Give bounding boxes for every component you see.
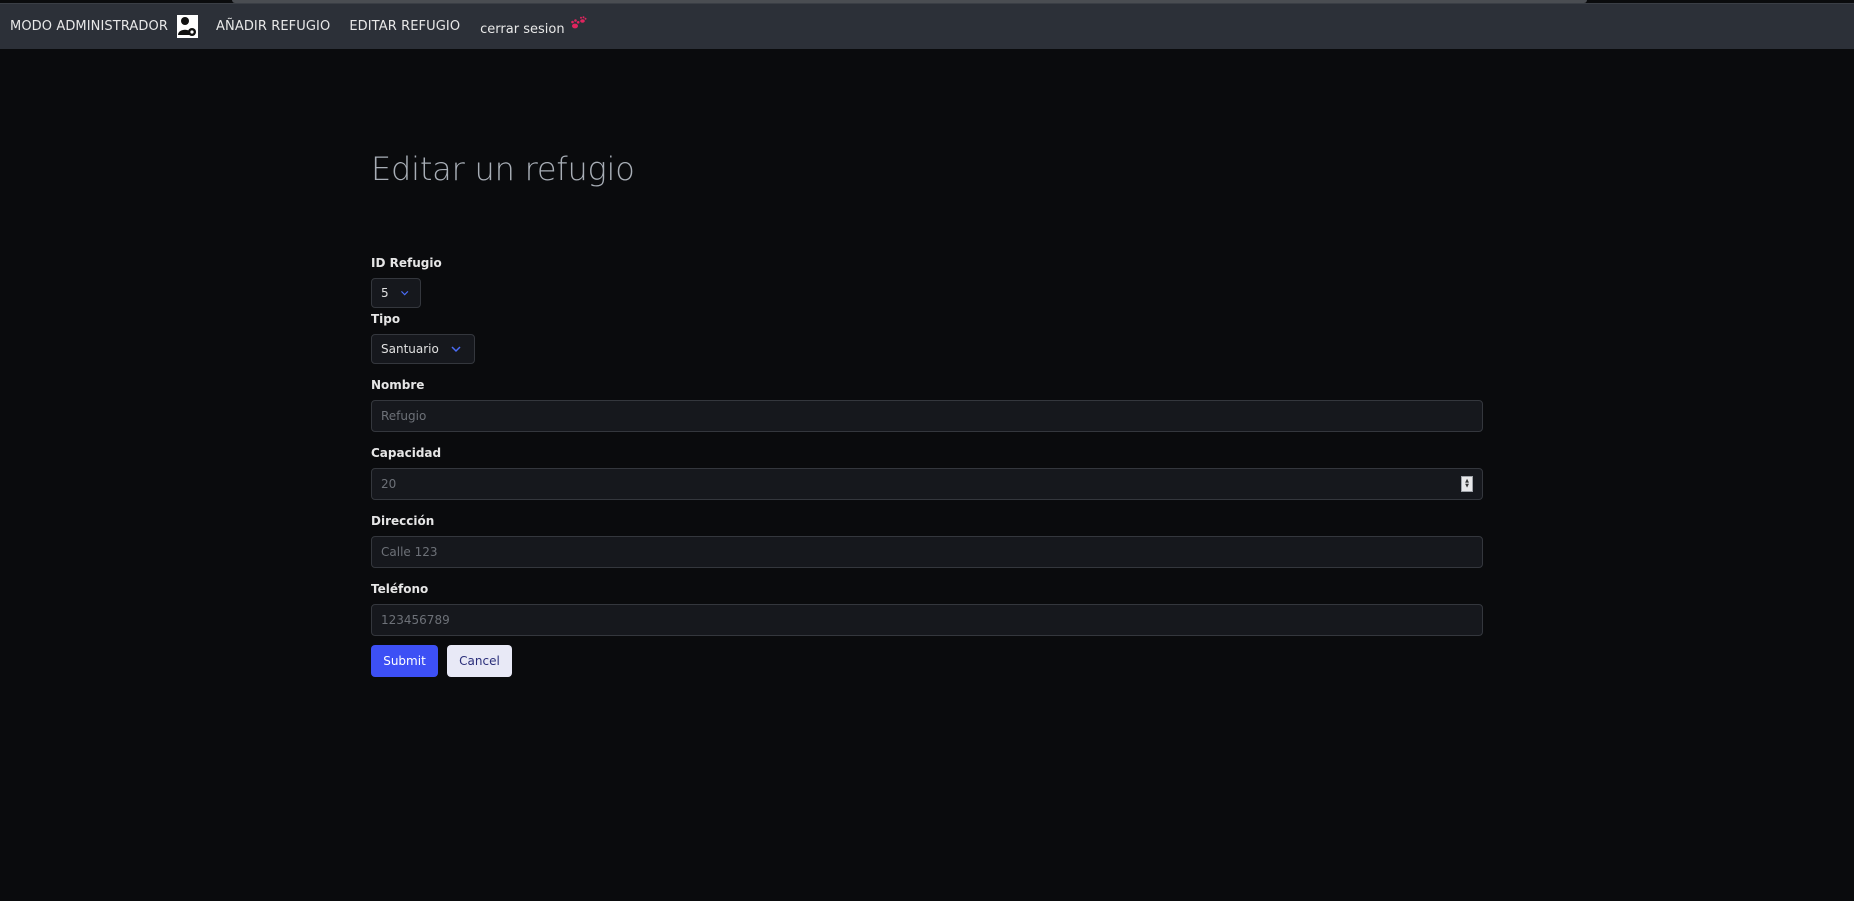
admin-user-gear-icon <box>177 15 199 38</box>
logout-label: cerrar sesion <box>480 22 565 37</box>
admin-mode-brand[interactable]: MODO ADMINISTRADOR <box>10 15 199 38</box>
number-spinner[interactable]: ▲ ▼ <box>1461 476 1473 492</box>
admin-mode-label: MODO ADMINISTRADOR <box>10 19 169 34</box>
capacidad-label: Capacidad <box>371 446 442 460</box>
tipo-value: Santuario <box>381 342 439 356</box>
chevron-down-icon <box>400 290 408 296</box>
chevron-down-icon <box>451 346 461 353</box>
form-actions: Submit Cancel <box>371 645 1483 677</box>
paw-icon <box>570 16 587 29</box>
edit-shelter-container: Editar un refugio ID Refugio 5 Tipo Sant… <box>371 150 1483 677</box>
submit-button[interactable]: Submit <box>371 645 438 677</box>
edit-shelter-form: ID Refugio 5 Tipo Santuario Nombre Refug… <box>371 256 1483 677</box>
direccion-label: Dirección <box>371 514 435 528</box>
id-refugio-select[interactable]: 5 <box>371 278 421 308</box>
capacidad-input[interactable]: 20 ▲ ▼ <box>371 468 1483 500</box>
page-title: Editar un refugio <box>371 150 635 188</box>
tipo-select[interactable]: Santuario <box>371 334 475 364</box>
telefono-label: Teléfono <box>371 582 429 596</box>
top-navbar: MODO ADMINISTRADOR AÑADIR REFUGIO EDITAR… <box>0 3 1854 49</box>
id-refugio-value: 5 <box>381 286 389 300</box>
logout-link[interactable]: cerrar sesion <box>480 16 587 37</box>
id-refugio-label: ID Refugio <box>371 256 442 270</box>
nombre-label: Nombre <box>371 378 425 392</box>
nombre-input[interactable]: Refugio <box>371 400 1483 432</box>
telefono-placeholder: 123456789 <box>381 613 450 627</box>
capacidad-placeholder: 20 <box>381 477 397 491</box>
telefono-input[interactable]: 123456789 <box>371 604 1483 636</box>
nombre-placeholder: Refugio <box>381 409 427 423</box>
nav-add-shelter-link[interactable]: AÑADIR REFUGIO <box>216 19 330 34</box>
spinner-down-icon[interactable]: ▼ <box>1465 484 1469 489</box>
tipo-label: Tipo <box>371 312 401 326</box>
cancel-button[interactable]: Cancel <box>447 645 512 677</box>
nav-edit-shelter-link[interactable]: EDITAR REFUGIO <box>349 19 460 34</box>
direccion-input[interactable]: Calle 123 <box>371 536 1483 568</box>
direccion-placeholder: Calle 123 <box>381 545 438 559</box>
